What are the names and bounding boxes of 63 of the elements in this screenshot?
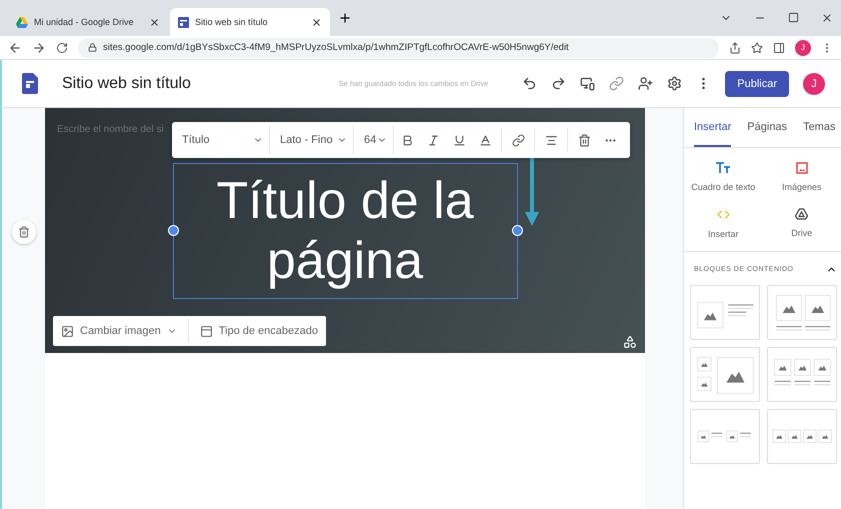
share-icon[interactable] (729, 42, 741, 54)
resize-handle[interactable] (168, 225, 178, 236)
delete-section-button[interactable] (12, 220, 36, 244)
drive-logo-icon (16, 16, 28, 28)
tab-title: Sitio web sin título (195, 17, 269, 27)
browser-tab[interactable]: Mi unidad - Google Drive (8, 8, 168, 36)
header-option-button[interactable]: Cambiar imagen (53, 316, 185, 346)
header-layout-icon (200, 324, 213, 338)
image-icon (796, 162, 808, 174)
settings-icon[interactable] (667, 76, 682, 91)
shapes-icon[interactable] (623, 335, 637, 349)
reload-icon[interactable] (56, 42, 68, 54)
content-block-tile[interactable] (767, 285, 837, 340)
side-panel-icon[interactable] (773, 42, 785, 54)
sites-logo-icon (178, 16, 189, 28)
sites-logo-icon (22, 73, 38, 94)
insert-item[interactable]: Insertar (684, 208, 762, 239)
close-icon[interactable] (311, 16, 322, 28)
resize-handle[interactable] (512, 225, 522, 236)
font-size-dropdown[interactable]: 64 (354, 126, 394, 154)
content-block-tile[interactable] (690, 409, 760, 464)
content-block-tile[interactable] (690, 285, 760, 340)
text-size-icon (716, 162, 730, 174)
header-option-button[interactable]: Tipo de encabezado (192, 316, 326, 346)
code-icon (716, 208, 730, 221)
maximize-icon[interactable] (788, 12, 799, 23)
browser-tab[interactable]: Sitio web sin título (170, 8, 330, 36)
redo-icon[interactable] (551, 76, 566, 91)
lock-icon (88, 43, 97, 52)
panel-tab[interactable]: Insertar (694, 121, 732, 147)
forward-icon[interactable] (32, 40, 46, 54)
block-layout-drawing (772, 429, 832, 444)
back-icon[interactable] (8, 40, 22, 54)
add-person-icon[interactable] (638, 76, 654, 91)
new-tab-icon[interactable] (338, 11, 352, 25)
image-icon (61, 324, 74, 338)
drive-icon (795, 208, 808, 220)
content-block-tile[interactable] (767, 347, 837, 402)
content-block-tile[interactable] (767, 409, 837, 464)
panel-tab[interactable]: Temas (803, 121, 836, 147)
close-icon[interactable] (149, 16, 160, 28)
tab-title: Mi unidad - Google Drive (34, 17, 135, 27)
bookmark-star-icon[interactable] (751, 42, 763, 54)
trash-icon (18, 226, 30, 238)
style-dropdown[interactable]: Título (172, 126, 270, 154)
font-dropdown[interactable]: Lato - Fino (270, 126, 354, 154)
insert-item[interactable]: Drive (762, 208, 841, 239)
page-title[interactable]: Título de la página (195, 171, 495, 291)
undo-icon[interactable] (522, 76, 538, 91)
panel-tab[interactable]: Páginas (747, 121, 788, 147)
site-title[interactable]: Sitio web sin título (62, 74, 191, 92)
url-text: sites.google.com/d/1gBYsSbxcC3-4fM9_hMSPrUyzoSLvmlxa/p/1whmZIPTgfLcofhrOCAVrE-w50H5nwg6Y/edit (103, 42, 569, 53)
insert-item[interactable]: Cuadro de texto (684, 162, 762, 192)
title-text-box[interactable]: Título de la página (172, 163, 518, 299)
insert-item[interactable]: Imágenes (762, 162, 841, 192)
preview-devices-icon[interactable] (580, 76, 596, 91)
block-layout-drawing (697, 430, 753, 443)
content-block-tile[interactable] (690, 347, 760, 402)
profile-avatar[interactable]: J (795, 40, 811, 56)
close-window-icon[interactable] (821, 12, 833, 24)
account-avatar[interactable]: J (803, 72, 825, 94)
address-bar[interactable]: sites.google.com/d/1gBYsSbxcC3-4fM9_hMSPrUyzoSLvmlxa/p/1whmZIPTgfLcofhrOCAVrE-w50H5nwg6Y/edit (78, 38, 719, 58)
publish-button[interactable]: Publicar (725, 70, 789, 96)
